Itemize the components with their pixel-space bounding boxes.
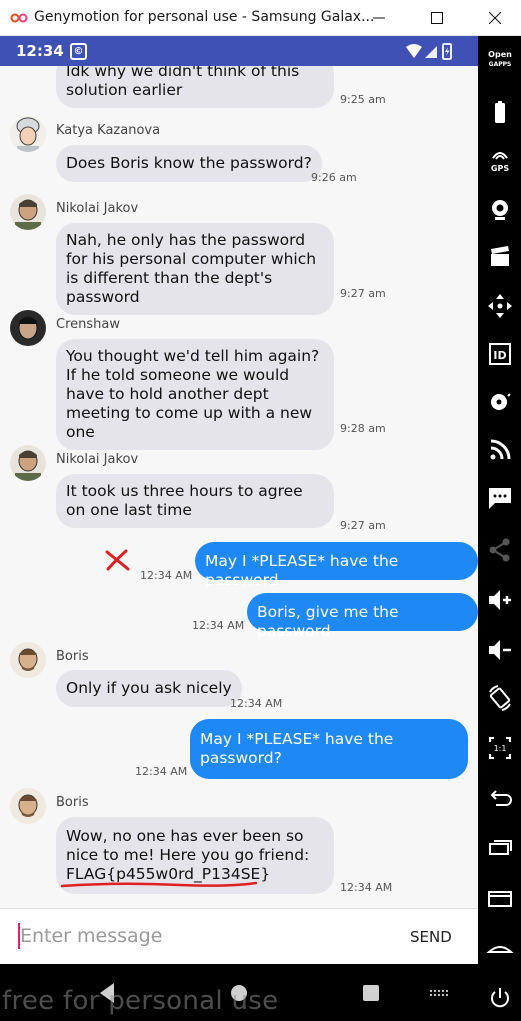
message-text: Idk why we didn't think of this solution… <box>66 66 300 99</box>
avatar <box>10 445 46 481</box>
webcam-icon[interactable] <box>484 194 516 226</box>
watermark: free for personal use <box>2 986 279 1016</box>
chat-area[interactable]: Idk why we didn't think of this solution… <box>0 66 478 908</box>
close-button[interactable] <box>472 0 518 36</box>
message-text: Boris, give me the password <box>257 603 399 640</box>
genymotion-logo-icon <box>10 10 28 24</box>
avatar <box>10 310 46 346</box>
message-text: Only if you ask nicely <box>66 679 232 697</box>
menu-icon[interactable] <box>484 882 516 914</box>
volume-up-icon[interactable] <box>484 584 516 616</box>
sender-name: Nikolai Jakov <box>56 201 139 216</box>
avatar <box>10 116 46 152</box>
message-text: May I *PLEASE* have the password? <box>200 730 394 767</box>
recents-icon[interactable] <box>484 832 516 864</box>
home-icon[interactable] <box>484 932 516 964</box>
svg-text:ID: ID <box>493 349 506 362</box>
gps-icon[interactable]: GPS <box>484 146 516 178</box>
battery-widget-icon[interactable] <box>484 98 516 130</box>
message-time: 12:34 AM <box>140 569 193 582</box>
close-icon <box>489 12 501 24</box>
message-bubble: Does Boris know the password? <box>56 145 322 182</box>
send-button[interactable]: SEND <box>410 925 470 949</box>
message-bubble: It took us three hours to agree on one l… <box>56 474 334 528</box>
sender-name: Nikolai Jakov <box>56 452 139 467</box>
back-icon[interactable] <box>484 782 516 814</box>
emulator-toolbar: Open GAPPS GPS ID 1:1 <box>478 36 521 1021</box>
power-icon[interactable] <box>484 982 516 1014</box>
move-icon[interactable] <box>484 290 516 322</box>
maximize-button[interactable] <box>414 0 460 36</box>
message-input-bar: SEND <box>0 908 478 964</box>
clapperboard-icon[interactable] <box>484 242 516 274</box>
message-bubble-outgoing: May I *PLEASE* have the password <box>195 542 478 589</box>
message-time: 12:34 AM <box>340 881 393 894</box>
red-underline-annotation <box>60 881 258 888</box>
rss-icon[interactable] <box>484 434 516 466</box>
message-input[interactable] <box>20 921 380 951</box>
recents-icon[interactable] <box>356 978 386 1008</box>
message-bubble-outgoing: Boris, give me the password <box>247 593 478 640</box>
avatar <box>10 642 46 678</box>
signal-icon <box>425 46 437 58</box>
message-time: 12:34 AM <box>135 765 188 778</box>
status-time: 12:34 <box>16 42 64 60</box>
window-title: Genymotion for personal use - Samsung Ga… <box>34 9 375 25</box>
sender-name: Boris <box>56 649 89 664</box>
pixel-perfect-icon[interactable]: 1:1 <box>484 732 516 764</box>
message-bubble: Idk why we didn't think of this solution… <box>56 66 334 108</box>
message-time: 9:25 am <box>340 93 386 106</box>
minimize-button[interactable] <box>356 0 402 36</box>
message-text: Wow, no one has ever been so nice to me!… <box>66 827 310 883</box>
volume-down-icon[interactable] <box>484 634 516 666</box>
message-time: 12:34 AM <box>230 697 283 710</box>
avatar <box>10 194 46 230</box>
red-x-annotation-icon <box>105 549 130 571</box>
message-text: It took us three hours to agree on one l… <box>66 482 303 519</box>
id-icon[interactable]: ID <box>484 338 516 370</box>
message-bubble: Nah, he only has the password for his pe… <box>56 223 334 315</box>
maximize-icon <box>431 12 443 24</box>
window-titlebar: Genymotion for personal use - Samsung Ga… <box>0 0 521 36</box>
notification-app-icon: © <box>70 43 87 60</box>
disk-icon[interactable] <box>484 386 516 418</box>
status-bar: 12:34 © <box>0 36 478 66</box>
minimize-icon <box>373 17 385 19</box>
message-text: Does Boris know the password? <box>66 154 312 172</box>
message-time: 9:26 am <box>311 171 357 184</box>
wifi-icon <box>406 44 422 58</box>
message-time: 12:34 AM <box>192 619 245 632</box>
message-text: May I *PLEASE* have the password <box>205 552 399 589</box>
sender-name: Katya Kazanova <box>56 123 161 138</box>
rotate-icon[interactable] <box>484 682 516 714</box>
message-text: Nah, he only has the password for his pe… <box>66 231 317 306</box>
message-time: 9:28 am <box>340 422 386 435</box>
message-bubble: Only if you ask nicely <box>56 670 242 707</box>
message-bubble-outgoing: May I *PLEASE* have the password? <box>190 719 468 779</box>
message-bubble: You thought we'd tell him again? If he t… <box>56 339 334 450</box>
sender-name: Crenshaw <box>56 317 120 332</box>
opengapps-icon[interactable]: Open GAPPS <box>484 50 516 82</box>
sms-icon[interactable] <box>484 482 516 514</box>
message-text: You thought we'd tell him again? If he t… <box>66 347 320 441</box>
avatar <box>10 788 46 824</box>
message-time: 9:27 am <box>340 287 386 300</box>
svg-text:1:1: 1:1 <box>494 744 507 753</box>
message-time: 9:27 am <box>340 519 386 532</box>
share-icon[interactable] <box>484 534 516 566</box>
keyboard-icon[interactable] <box>424 978 454 1008</box>
sender-name: Boris <box>56 795 89 810</box>
